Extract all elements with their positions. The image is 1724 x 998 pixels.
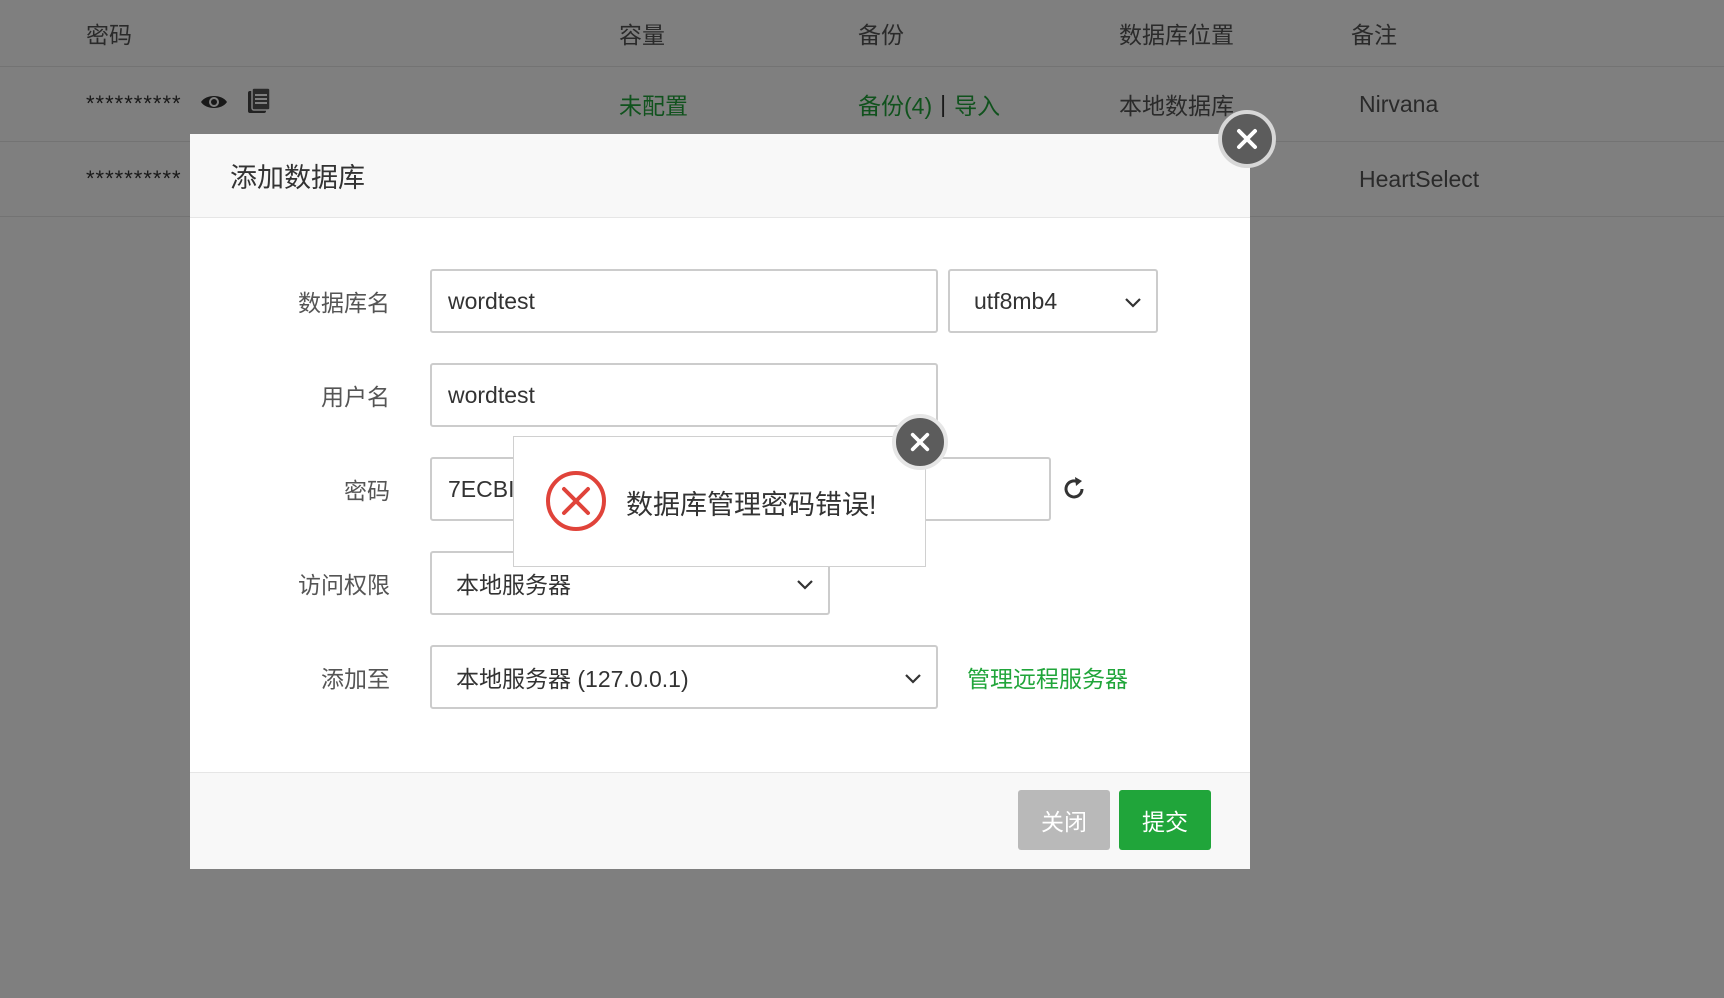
close-icon	[910, 432, 930, 452]
close-icon	[1237, 129, 1257, 149]
db-name-input[interactable]: wordtest	[430, 269, 938, 333]
password-value: 7ECBI	[448, 475, 515, 502]
error-message: 数据库管理密码错误!	[626, 490, 877, 520]
chevron-down-icon	[1125, 298, 1141, 308]
db-name-label: 数据库名	[298, 290, 390, 316]
db-name-row: 数据库名 wordtest utf8mb4	[190, 269, 1250, 333]
dialog-title: 添加数据库	[190, 134, 1250, 218]
add-to-select[interactable]: 本地服务器 (127.0.0.1)	[430, 645, 938, 709]
access-value: 本地服务器	[456, 572, 571, 598]
db-name-value: wordtest	[448, 287, 535, 314]
manage-remote-server-link[interactable]: 管理远程服务器	[967, 645, 1128, 709]
username-label: 用户名	[321, 384, 390, 410]
charset-value: utf8mb4	[974, 287, 1058, 314]
error-toast: 数据库管理密码错误!	[513, 436, 926, 567]
charset-select[interactable]: utf8mb4	[948, 269, 1158, 333]
add-to-label: 添加至	[321, 666, 390, 692]
error-icon	[546, 471, 606, 531]
close-button[interactable]: 关闭	[1018, 790, 1110, 850]
username-row: 用户名 wordtest	[190, 363, 1250, 427]
toast-close-button[interactable]	[892, 414, 948, 470]
password-label: 密码	[344, 478, 390, 504]
chevron-down-icon	[905, 674, 921, 684]
chevron-down-icon	[797, 580, 813, 590]
username-value: wordtest	[448, 381, 535, 408]
add-to-row: 添加至 本地服务器 (127.0.0.1) 管理远程服务器	[190, 645, 1250, 709]
dialog-footer: 关闭 提交	[190, 772, 1250, 869]
submit-button[interactable]: 提交	[1119, 790, 1211, 850]
add-to-value: 本地服务器 (127.0.0.1)	[456, 666, 689, 692]
dialog-close-button[interactable]	[1218, 110, 1276, 168]
refresh-icon[interactable]	[1060, 475, 1088, 503]
username-input[interactable]: wordtest	[430, 363, 938, 427]
access-label: 访问权限	[298, 572, 390, 598]
